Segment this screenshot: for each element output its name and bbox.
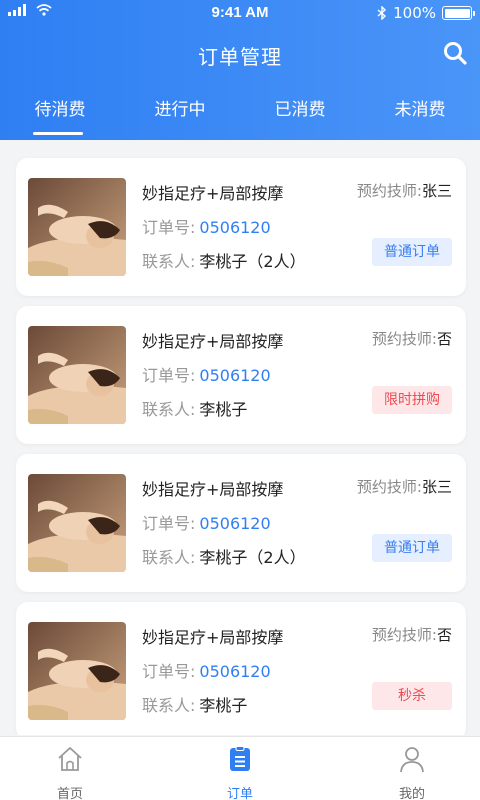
user-icon	[400, 747, 424, 773]
technician-info: 预约技师:否	[372, 328, 452, 349]
technician-label: 预约技师:	[356, 182, 422, 200]
technician-name: 张三	[421, 182, 452, 200]
order-number: 0506120	[199, 514, 271, 533]
order-type-badge: 限时拼购	[372, 386, 452, 414]
technician-info: 预约技师:张三	[357, 180, 452, 201]
nav-item-home[interactable]: 首页	[10, 745, 130, 800]
nav-label: 首页	[56, 787, 83, 800]
order-list: 妙指足疗+局部按摩 预约技师:张三 订单号: 0506120 联系人: 李桃子（2人…	[0, 140, 480, 735]
contact-name: 李桃子（2人）	[199, 252, 306, 271]
order-list-icon	[230, 746, 250, 771]
order-card[interactable]: 妙指足疗+局部按摩 预约技师:张三 订单号: 0506120 联系人: 李桃子（2人…	[16, 158, 466, 296]
order-number-label: 订单号:	[142, 662, 196, 681]
page-title: 订单管理	[198, 45, 282, 69]
service-photo	[28, 622, 126, 720]
contact-label: 联系人:	[142, 696, 196, 715]
nav-item-orders[interactable]: 订单	[180, 745, 300, 800]
battery-icon	[442, 6, 475, 20]
order-type-badge: 普通订单	[372, 238, 452, 266]
technician-name: 否	[436, 626, 452, 644]
search-icon[interactable]	[442, 40, 468, 66]
service-name: 妙指足疗+局部按摩	[142, 332, 284, 351]
technician-info: 预约技师:张三	[357, 476, 452, 497]
service-name: 妙指足疗+局部按摩	[142, 628, 284, 647]
order-number: 0506120	[199, 366, 271, 385]
tab-unconsumed[interactable]: 未消费	[360, 92, 480, 128]
service-name: 妙指足疗+局部按摩	[142, 480, 284, 499]
tab-active-indicator	[33, 132, 83, 135]
service-photo	[28, 178, 126, 276]
nav-label: 订单	[226, 787, 253, 800]
header: 9:41 AM 100% 订单管理 待消费 进行中 已消费 未消费	[0, 0, 480, 140]
technician-label: 预约技师:	[371, 626, 437, 644]
nav-label: 我的	[398, 787, 425, 800]
battery-text: 100%	[393, 4, 436, 22]
order-card[interactable]: 妙指足疗+局部按摩 预约技师:否 订单号: 0506120 联系人: 李桃子 限时拼…	[16, 306, 466, 444]
technician-label: 预约技师:	[371, 330, 437, 348]
tab-bar: 待消费 进行中 已消费 未消费	[0, 92, 480, 136]
contact-label: 联系人:	[142, 400, 196, 419]
order-number-row: 订单号: 0506120	[142, 214, 271, 238]
tab-pending[interactable]: 待消费	[0, 92, 120, 128]
contact-name: 李桃子（2人）	[199, 548, 306, 567]
contact-row: 联系人: 李桃子	[142, 396, 247, 420]
service-photo	[28, 326, 126, 424]
contact-name: 李桃子	[199, 696, 248, 715]
contact-row: 联系人: 李桃子	[142, 692, 247, 716]
order-type-badge: 秒杀	[372, 682, 452, 710]
order-number-label: 订单号:	[142, 218, 196, 237]
service-photo	[28, 474, 126, 572]
contact-label: 联系人:	[142, 252, 196, 271]
technician-name: 张三	[421, 478, 452, 496]
order-number: 0506120	[199, 662, 271, 681]
technician-info: 预约技师:否	[372, 624, 452, 645]
tab-consumed[interactable]: 已消费	[240, 92, 360, 128]
home-icon	[58, 747, 82, 771]
bottom-nav: 首页 订单 我的	[0, 736, 480, 800]
order-number-label: 订单号:	[142, 514, 196, 533]
order-type-badge: 普通订单	[372, 534, 452, 562]
status-bar: 9:41 AM 100%	[0, 0, 480, 26]
order-number: 0506120	[199, 218, 271, 237]
nav-item-profile[interactable]: 我的	[352, 745, 472, 800]
technician-label: 预约技师:	[356, 478, 422, 496]
contact-row: 联系人: 李桃子（2人）	[142, 248, 306, 272]
order-number-row: 订单号: 0506120	[142, 658, 271, 682]
order-card[interactable]: 妙指足疗+局部按摩 预约技师:张三 订单号: 0506120 联系人: 李桃子（2人…	[16, 454, 466, 592]
contact-label: 联系人:	[142, 548, 196, 567]
bluetooth-icon	[377, 6, 387, 20]
service-name: 妙指足疗+局部按摩	[142, 184, 284, 203]
order-number-row: 订单号: 0506120	[142, 510, 271, 534]
order-card[interactable]: 妙指足疗+局部按摩 预约技师:否 订单号: 0506120 联系人: 李桃子 秒杀	[16, 602, 466, 735]
contact-name: 李桃子	[199, 400, 248, 419]
tab-in-progress[interactable]: 进行中	[120, 92, 240, 128]
contact-row: 联系人: 李桃子（2人）	[142, 544, 306, 568]
order-number-row: 订单号: 0506120	[142, 362, 271, 386]
technician-name: 否	[436, 330, 452, 348]
order-number-label: 订单号:	[142, 366, 196, 385]
status-right: 100%	[377, 4, 475, 22]
